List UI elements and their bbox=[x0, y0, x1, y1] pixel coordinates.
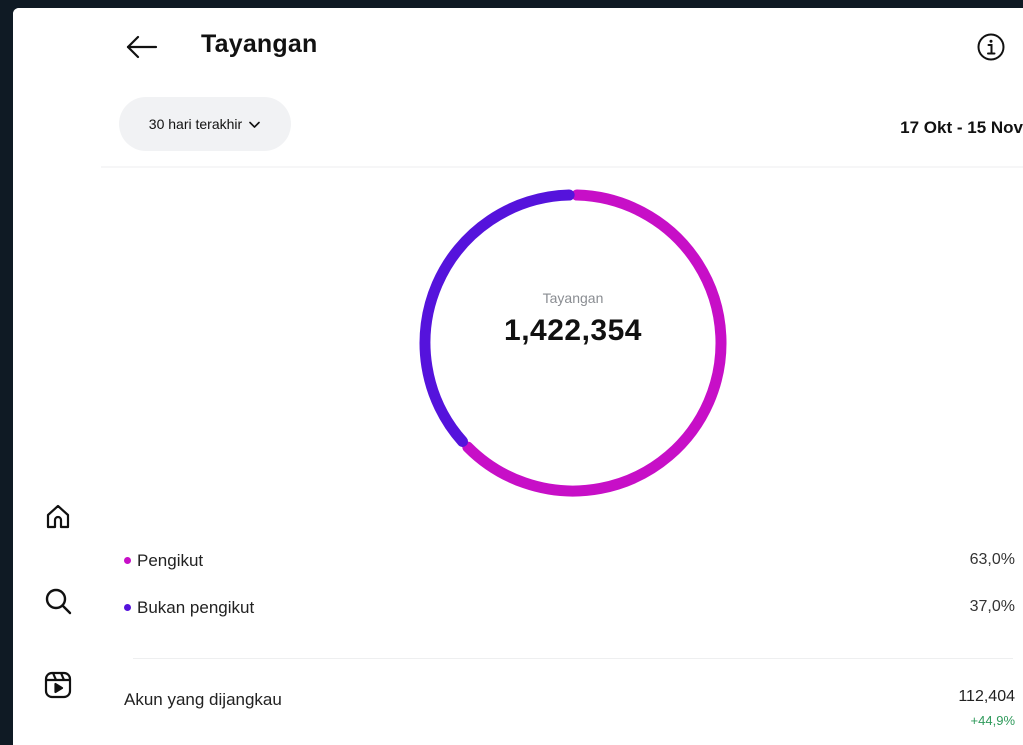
date-range-dropdown-label: 30 hari terakhir bbox=[148, 116, 243, 132]
accounts-reached-change: +44,9% bbox=[970, 713, 1015, 728]
donut-center-total: 1,422,354 bbox=[504, 314, 642, 347]
accounts-reached-value: 112,404 bbox=[958, 688, 1015, 705]
legend-label: Bukan pengikut bbox=[137, 598, 255, 617]
date-range-text: 17 Okt - 15 Nov bbox=[900, 118, 1023, 137]
legend-label: Pengikut bbox=[137, 551, 204, 570]
divider bbox=[133, 658, 1013, 659]
divider bbox=[101, 166, 1023, 168]
chevron-down-icon bbox=[249, 121, 260, 128]
side-navigation bbox=[13, 8, 101, 745]
legend-dot bbox=[124, 557, 131, 564]
reels-icon[interactable] bbox=[43, 670, 73, 700]
donut-center-label: Tayangan bbox=[542, 290, 604, 306]
date-range-dropdown[interactable]: 30 hari terakhir bbox=[119, 97, 291, 151]
page-title: Tayangan bbox=[201, 30, 318, 58]
back-arrow-icon[interactable] bbox=[125, 34, 159, 60]
legend-row-non-followers: Bukan pengikut 37,0% bbox=[123, 596, 1023, 620]
legend-dot bbox=[124, 604, 131, 611]
info-icon[interactable] bbox=[976, 32, 1006, 62]
insights-panel: Tayangan 30 hari terakhir 17 Okt - 15 No… bbox=[13, 8, 1023, 745]
home-icon[interactable] bbox=[43, 502, 73, 532]
legend-percent: 37,0% bbox=[969, 598, 1015, 615]
accounts-reached-label: Akun yang dijangkau bbox=[124, 690, 282, 709]
search-icon[interactable] bbox=[43, 586, 73, 616]
legend-row-followers: Pengikut 63,0% bbox=[123, 549, 1023, 573]
legend-percent: 63,0% bbox=[969, 551, 1015, 568]
